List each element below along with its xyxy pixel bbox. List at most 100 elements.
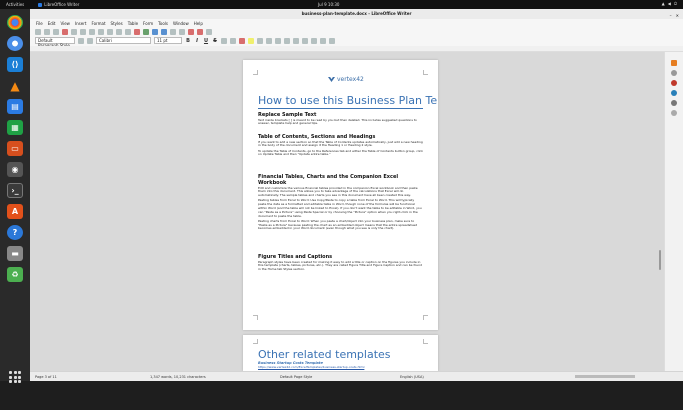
print-icon[interactable] [71, 28, 77, 35]
superscript-icon[interactable] [221, 37, 227, 44]
trash-icon[interactable]: ♻ [7, 267, 23, 282]
writer-dock-icon[interactable]: ▤ [7, 99, 23, 114]
related-template-link[interactable]: https://www.vertex42.com/ExcelTemplates/… [258, 365, 364, 369]
menu-styles[interactable]: Styles [111, 21, 123, 26]
minimize-icon[interactable]: – [670, 11, 672, 21]
menu-format[interactable]: Format [91, 21, 105, 26]
vertical-scrollbar[interactable] [658, 100, 663, 410]
show-apps-icon[interactable] [9, 371, 21, 383]
menu-insert[interactable]: Insert [75, 21, 86, 26]
vertex-logo-icon [328, 77, 335, 82]
new-style-icon[interactable] [87, 37, 93, 44]
image-icon[interactable] [152, 28, 158, 35]
link-icon[interactable] [179, 28, 185, 35]
paste-icon[interactable] [98, 28, 104, 35]
subscript-icon[interactable] [230, 37, 236, 44]
menu-help[interactable]: Help [194, 21, 203, 26]
scrollbar-thumb[interactable] [659, 250, 661, 270]
system-tray[interactable]: ▲ ◀ ⏻ [662, 1, 677, 6]
line-spacing-icon[interactable] [329, 37, 335, 44]
application-dock: ⟨⟩ ▲ ▤ ▦ ▭ ◉ ›_ A ? ▬ ♻ [0, 9, 30, 383]
open-icon[interactable] [44, 28, 50, 35]
align-center-icon[interactable] [266, 37, 272, 44]
bold-button[interactable]: B [185, 38, 191, 44]
font-color-icon[interactable] [239, 37, 245, 44]
gallery-icon[interactable] [671, 90, 677, 96]
indent-icon[interactable] [311, 37, 317, 44]
shapes-icon[interactable] [206, 28, 212, 35]
track-changes-icon[interactable] [197, 28, 203, 35]
page-count[interactable]: Page 3 of 11 [35, 375, 57, 379]
find-icon[interactable] [125, 28, 131, 35]
language[interactable]: English (USA) [400, 375, 424, 379]
window-titlebar[interactable]: business-plan-template.docx - LibreOffic… [30, 9, 683, 19]
new-icon[interactable] [35, 28, 41, 35]
document-page-2[interactable]: Other related templates Business Startup… [243, 335, 438, 371]
terminal-icon[interactable]: ›_ [7, 183, 23, 198]
menu-window[interactable]: Window [173, 21, 189, 26]
page-corner-mark [423, 70, 428, 75]
help-icon[interactable]: ? [7, 225, 23, 240]
page-style[interactable]: Default Page Style [280, 375, 312, 379]
navigator-icon[interactable] [671, 100, 677, 106]
formatting-toolbar: Default Paragraph Style Calibri 11 pt B … [30, 36, 683, 48]
chromium-icon[interactable] [7, 36, 23, 51]
export-pdf-icon[interactable] [62, 28, 68, 35]
properties-icon[interactable] [671, 60, 677, 66]
cut-icon[interactable] [80, 28, 86, 35]
calc-icon[interactable]: ▦ [7, 120, 23, 135]
italic-button[interactable]: I [194, 38, 200, 44]
align-left-icon[interactable] [257, 37, 263, 44]
outdent-icon[interactable] [320, 37, 326, 44]
active-app-menu[interactable]: LibreOffice Writer [38, 2, 79, 7]
update-style-icon[interactable] [78, 37, 84, 44]
section-figure-titles: Figure Titles and Captions Paragraph sty… [258, 254, 423, 273]
redo-icon[interactable] [116, 28, 122, 35]
menu-view[interactable]: View [60, 21, 70, 26]
clock[interactable]: Jul 9 10:30 [318, 2, 339, 7]
font-size-select[interactable]: 11 pt [154, 37, 182, 44]
menu-table[interactable]: Table [128, 21, 138, 26]
chart-icon[interactable] [161, 28, 167, 35]
paragraph: Paragraph styles have been created for m… [258, 259, 423, 272]
menu-form[interactable]: Form [143, 21, 153, 26]
numbering-icon[interactable] [302, 37, 308, 44]
page-corner-mark [253, 70, 258, 75]
vscode-icon[interactable]: ⟨⟩ [7, 57, 23, 72]
copy-icon[interactable] [89, 28, 95, 35]
disk-icon[interactable]: ◉ [7, 162, 23, 177]
window-title: business-plan-template.docx - LibreOffic… [301, 11, 412, 16]
menu-file[interactable]: File [36, 21, 43, 26]
highlight-icon[interactable] [248, 37, 254, 44]
close-icon[interactable]: ✕ [676, 11, 679, 21]
menu-edit[interactable]: Edit [48, 21, 56, 26]
table-icon[interactable] [143, 28, 149, 35]
styles-icon[interactable] [671, 80, 677, 86]
impress-icon[interactable]: ▭ [7, 141, 23, 156]
page-icon[interactable] [671, 70, 677, 76]
document-page[interactable]: vertex42 How to use this Business Plan T… [243, 60, 438, 330]
undo-icon[interactable] [107, 28, 113, 35]
menu-tools[interactable]: Tools [158, 21, 168, 26]
paragraph-style-select[interactable]: Default Paragraph Style [35, 37, 75, 48]
related-templates-heading: Other related templates [258, 348, 391, 361]
activities-button[interactable]: Activities [6, 2, 24, 7]
zoom-slider[interactable] [575, 374, 635, 378]
comment-icon[interactable] [188, 28, 194, 35]
power-icon: ⏻ [673, 1, 677, 6]
drive-icon[interactable]: ▬ [7, 246, 23, 261]
align-right-icon[interactable] [275, 37, 281, 44]
word-count[interactable]: 1,347 words, 10,231 characters [150, 375, 206, 379]
strikethrough-button[interactable]: S [212, 38, 218, 44]
manage-changes-icon[interactable] [671, 110, 677, 116]
font-name-select[interactable]: Calibri [96, 37, 151, 44]
bullets-icon[interactable] [293, 37, 299, 44]
software-icon[interactable]: A [7, 204, 23, 219]
underline-button[interactable]: U [203, 38, 209, 44]
vlc-icon[interactable]: ▲ [7, 78, 23, 93]
justify-icon[interactable] [284, 37, 290, 44]
spelling-icon[interactable] [134, 28, 140, 35]
chrome-icon[interactable] [7, 15, 23, 30]
special-char-icon[interactable] [170, 28, 176, 35]
save-icon[interactable] [53, 28, 59, 35]
